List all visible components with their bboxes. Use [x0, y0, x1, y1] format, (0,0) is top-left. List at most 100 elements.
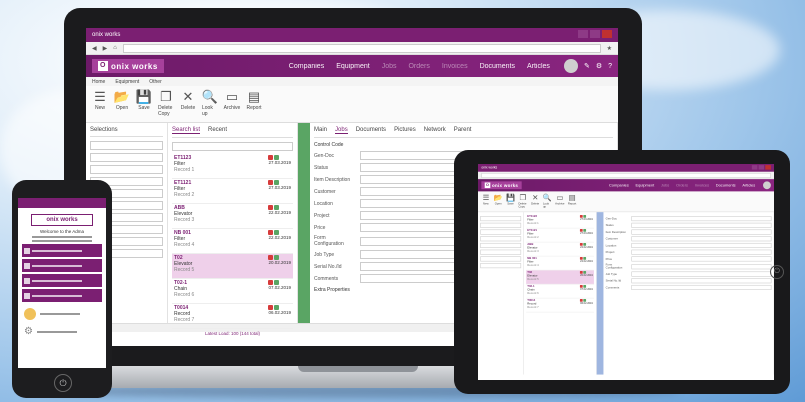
record-list: ET1123 Filter Record 1 27.03.2019 ET1121 Filt…: [172, 154, 293, 329]
nav-item-orders[interactable]: Orders: [408, 63, 429, 70]
delete-copy-button[interactable]: ❐ Delete Copy: [158, 89, 174, 119]
home-icon[interactable]: ⌂: [113, 45, 117, 51]
filter-field[interactable]: [90, 165, 163, 174]
power-icon[interactable]: ⏻: [770, 265, 784, 279]
filter-field[interactable]: [90, 153, 163, 162]
open-button[interactable]: 📂 Open: [494, 193, 503, 210]
back-icon[interactable]: ◀: [92, 45, 97, 52]
tab-pictures[interactable]: Pictures: [394, 127, 416, 134]
list-item[interactable]: ET1123 Filter Record 1 27.03.2019: [172, 154, 293, 179]
form-input[interactable]: [631, 249, 772, 255]
window-controls[interactable]: [576, 30, 612, 40]
pin-icon[interactable]: ✎: [584, 62, 590, 70]
save-button[interactable]: 💾 Save: [506, 193, 515, 210]
ribbon-button-label: Delete Copy: [518, 202, 527, 209]
list-item[interactable]: NB 001 Filter Record 4 22.02.2019: [526, 256, 594, 271]
url-field[interactable]: [122, 43, 601, 53]
nav-item-equipment[interactable]: Equipment: [636, 183, 655, 187]
tab-jobs[interactable]: Jobs: [335, 127, 348, 134]
list-item[interactable]: ABB Elevator Record 3 22.02.2019: [172, 204, 293, 229]
nav-item-articles[interactable]: Articles: [742, 183, 755, 187]
save-button[interactable]: 💾 Save: [136, 89, 152, 119]
forward-icon[interactable]: ▶: [103, 45, 108, 52]
tab-network[interactable]: Network: [424, 127, 446, 134]
phone-home-button[interactable]: ⏻: [54, 374, 72, 392]
report-button[interactable]: ▤ Report: [246, 89, 262, 119]
nav-item-orders[interactable]: Orders: [676, 183, 688, 187]
nav-item-articles[interactable]: Articles: [527, 63, 550, 70]
search-input[interactable]: [172, 142, 293, 151]
phone-settings-row[interactable]: ⚙: [24, 326, 100, 337]
form-input[interactable]: [631, 256, 772, 262]
phone-menu-card[interactable]: [22, 274, 102, 287]
archive-button[interactable]: ▭ Archive: [555, 193, 564, 210]
form-input[interactable]: [631, 284, 772, 290]
form-input[interactable]: [631, 222, 772, 228]
look-up-button[interactable]: 🔍 Look up: [202, 89, 218, 119]
ribbon-tab[interactable]: Home: [92, 79, 105, 85]
tab-documents[interactable]: Documents: [356, 127, 386, 134]
tab-search-list[interactable]: Search list: [172, 127, 201, 134]
new-button[interactable]: ☰ New: [92, 89, 108, 119]
form-input[interactable]: [631, 242, 772, 248]
ribbon-tab[interactable]: Other: [149, 79, 162, 85]
gear-icon[interactable]: ⚙: [596, 62, 602, 70]
list-item[interactable]: NB 001 Filter Record 4 22.02.2019: [172, 229, 293, 254]
list-item[interactable]: T0014 Record Record 7 06.02.2019: [526, 298, 594, 313]
tab-recent[interactable]: Recent: [208, 127, 227, 134]
tablet-logo[interactable]: Oonix works: [481, 181, 522, 190]
open-button[interactable]: 📂 Open: [114, 89, 130, 119]
nav-item-jobs[interactable]: Jobs: [382, 63, 397, 70]
tab-parent[interactable]: Parent: [454, 127, 472, 134]
form-input[interactable]: [631, 263, 772, 269]
list-item-line: Record 3: [174, 217, 195, 223]
tab-main[interactable]: Main: [314, 127, 327, 134]
list-item[interactable]: T02-1 Chain Record 6 07.02.2019: [526, 284, 594, 299]
avatar[interactable]: [563, 59, 578, 73]
form-label: Item Description: [605, 230, 626, 234]
nav-item-equipment[interactable]: Equipment: [336, 63, 369, 70]
ribbon-tab[interactable]: Equipment: [115, 79, 139, 85]
delete-button[interactable]: ✕ Delete: [531, 193, 540, 210]
list-item[interactable]: T02 Elevator Record 5 20.02.2019: [526, 270, 594, 285]
delete-button[interactable]: ✕ Delete: [180, 89, 196, 119]
list-item[interactable]: ABB Elevator Record 3 22.02.2019: [526, 242, 594, 257]
nav-item-jobs[interactable]: Jobs: [661, 183, 669, 187]
list-item[interactable]: T02 Elevator Record 5 20.02.2019: [172, 254, 293, 279]
phone-menu-card[interactable]: [22, 289, 102, 302]
list-item[interactable]: T02-1 Chain Record 6 07.02.2019: [172, 279, 293, 304]
list-item-line: Record 7: [174, 317, 195, 323]
look-up-button[interactable]: 🔍 Look up: [543, 193, 552, 210]
close-icon: [602, 30, 612, 38]
nav-item-companies[interactable]: Companies: [289, 63, 324, 70]
phone-user-row[interactable]: [24, 308, 100, 320]
nav-item-documents[interactable]: Documents: [716, 183, 736, 187]
report-button[interactable]: ▤ Report: [568, 193, 577, 210]
star-icon[interactable]: ★: [607, 45, 612, 52]
nav-item-invoices[interactable]: Invoices: [442, 63, 468, 70]
list-item[interactable]: ET1121 Filter Record 2 27.03.2019: [526, 228, 594, 243]
side-strip[interactable]: [298, 123, 310, 323]
list-item[interactable]: ET1121 Filter Record 2 27.03.2019: [172, 179, 293, 204]
tablet-side-strip[interactable]: [596, 212, 604, 375]
help-icon[interactable]: ?: [608, 63, 612, 70]
nav-item-companies[interactable]: Companies: [609, 183, 629, 187]
app-logo[interactable]: Oonix works: [92, 59, 164, 73]
form-input[interactable]: [631, 229, 772, 235]
list-item[interactable]: ET1123 Filter Record 1 27.03.2019: [526, 214, 594, 229]
form-input[interactable]: [631, 216, 772, 222]
list-item[interactable]: T0014 Record Record 7 06.02.2019: [172, 304, 293, 329]
archive-button[interactable]: ▭ Archive: [224, 89, 241, 119]
form-input[interactable]: [631, 271, 772, 277]
section-title[interactable]: Control Code: [314, 142, 613, 148]
filter-field[interactable]: [90, 141, 163, 150]
nav-item-documents[interactable]: Documents: [480, 63, 515, 70]
avatar[interactable]: [763, 181, 771, 190]
phone-menu-card[interactable]: [22, 244, 102, 257]
new-button[interactable]: ☰ New: [481, 193, 490, 210]
nav-item-invoices[interactable]: Invoices: [695, 183, 709, 187]
delete-copy-button[interactable]: ❐ Delete Copy: [518, 193, 527, 210]
form-input[interactable]: [631, 278, 772, 284]
form-input[interactable]: [631, 236, 772, 242]
phone-menu-card[interactable]: [22, 259, 102, 272]
